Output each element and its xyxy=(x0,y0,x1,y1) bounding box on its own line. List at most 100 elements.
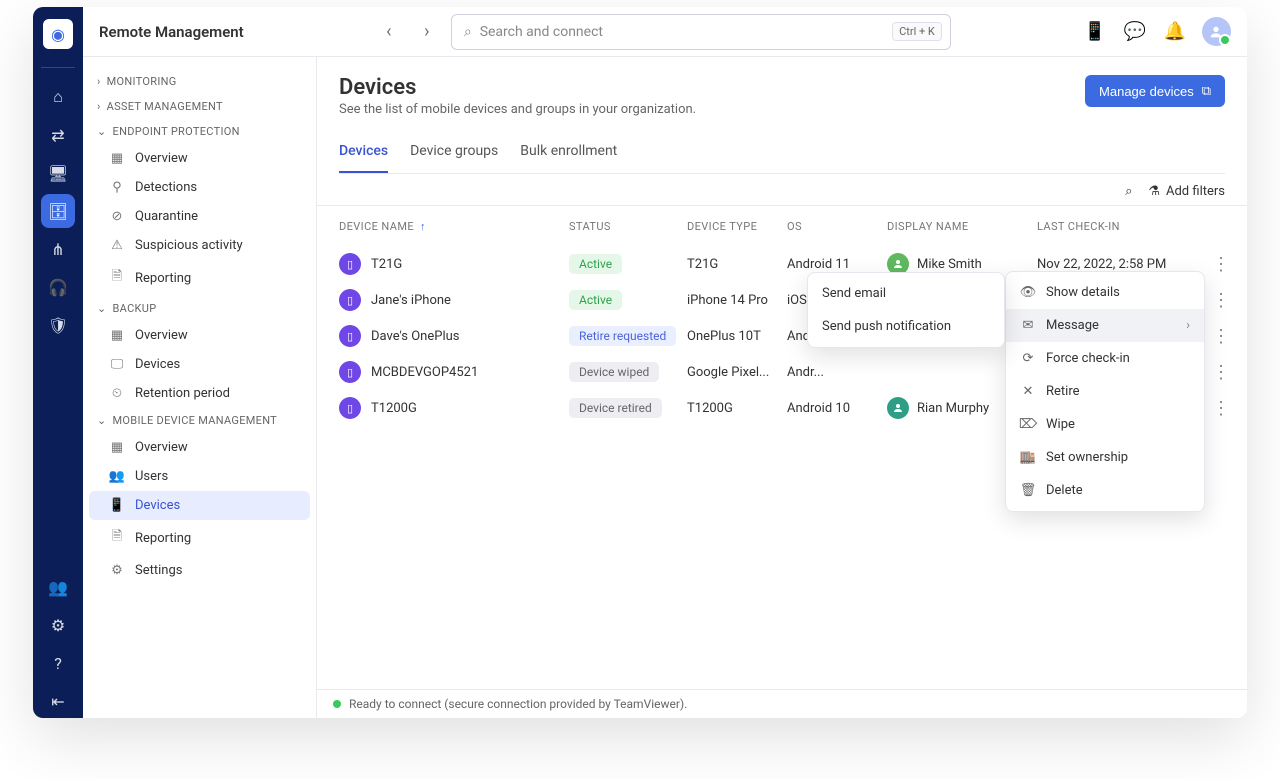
context-menu-item[interactable]: ✉Message› xyxy=(1006,309,1204,342)
tree-item[interactable]: ⚙Settings xyxy=(89,556,310,585)
tree-group[interactable]: ›ASSET MANAGEMENT xyxy=(89,94,310,119)
context-menu-item[interactable]: 🗑Delete xyxy=(1006,474,1204,507)
topbar: Remote Management ‹ › ⌕ Search and conne… xyxy=(83,7,1247,57)
tree-group-label: BACKUP xyxy=(113,302,157,315)
context-menu-item[interactable]: 👁Show details xyxy=(1006,276,1204,309)
tree-item[interactable]: ▦Overview xyxy=(89,321,310,350)
column-header[interactable]: LAST CHECK-IN xyxy=(1037,220,1207,233)
tree-item[interactable]: 🗎Reporting xyxy=(89,520,310,556)
column-header[interactable]: DEVICE NAME↑ xyxy=(339,220,569,233)
search-input[interactable]: ⌕ Search and connect Ctrl + K xyxy=(451,14,951,50)
column-header[interactable]: DEVICE TYPE xyxy=(687,220,787,233)
column-header[interactable]: OS xyxy=(787,220,887,233)
tab[interactable]: Device groups xyxy=(410,135,498,173)
external-link-icon: ⧉ xyxy=(1202,83,1211,99)
tree-item-icon: ⊘ xyxy=(109,209,125,224)
rail-users-icon[interactable]: 👥 xyxy=(41,570,75,604)
context-item-label: Show details xyxy=(1046,285,1120,300)
topbar-avatar[interactable] xyxy=(1202,17,1231,46)
rail-workstation-icon[interactable]: 🖥 xyxy=(41,156,75,190)
rail-workflow-icon[interactable]: ⋔ xyxy=(41,232,75,266)
tree-item[interactable]: ⚠Suspicious activity xyxy=(89,231,310,260)
tree-item[interactable]: ⊘ Quarantine xyxy=(89,202,310,231)
tree-item[interactable]: 📱 Devices xyxy=(89,491,310,520)
tree-item[interactable]: 👥Users xyxy=(89,462,310,491)
row-more-button[interactable]: ⋮ xyxy=(1207,398,1235,419)
app-logo[interactable]: ◉ xyxy=(43,19,73,49)
tree-item-label: Overview xyxy=(135,151,188,166)
left-rail: ◉ ⌂ ⇄ 🖥 🗄 ⋔ 🎧 🛡 👥 ⚙ ? ⇤ xyxy=(33,7,83,718)
tree-item-icon: 👥 xyxy=(109,469,125,484)
tree-item[interactable]: ▦Overview xyxy=(89,433,310,462)
column-header[interactable]: DISPLAY NAME xyxy=(887,220,1037,233)
footer-status-bar: Ready to connect (secure connection prov… xyxy=(317,689,1247,718)
rail-collapse-icon[interactable]: ⇤ xyxy=(41,684,75,718)
topbar-device-icon[interactable]: 📱 xyxy=(1082,19,1108,45)
status-badge: Device retired xyxy=(569,398,662,418)
context-menu-item[interactable]: 🏬Set ownership xyxy=(1006,441,1204,474)
nav-back-button[interactable]: ‹ xyxy=(375,18,403,46)
submenu-item[interactable]: Send push notification xyxy=(808,310,1004,343)
context-item-icon: ⟳ xyxy=(1020,351,1036,366)
submenu-item[interactable]: Send email xyxy=(808,277,1004,310)
rail-support-icon[interactable]: 🎧 xyxy=(41,270,75,304)
device-name: T1200G xyxy=(371,401,417,416)
chevron-right-icon: › xyxy=(97,75,101,88)
device-icon: ▯ xyxy=(339,289,361,311)
table-search-button[interactable]: ⌕ xyxy=(1125,184,1132,199)
tree-item-label: Retention period xyxy=(135,386,230,401)
tree-item-icon: 📱 xyxy=(109,498,125,513)
rail-mdm-icon[interactable]: 🗄 xyxy=(41,194,75,228)
tree-item[interactable]: 🗎Reporting xyxy=(89,260,310,296)
context-item-icon: 🏬 xyxy=(1020,450,1036,465)
row-more-button[interactable]: ⋮ xyxy=(1207,362,1235,383)
tab[interactable]: Bulk enrollment xyxy=(520,135,617,173)
context-menu-item[interactable]: ✕Retire xyxy=(1006,375,1204,408)
row-more-button[interactable]: ⋮ xyxy=(1207,254,1235,275)
tree-item[interactable]: ⏲ Retention period xyxy=(89,379,310,408)
device-icon: ▯ xyxy=(339,361,361,383)
tab[interactable]: Devices xyxy=(339,135,388,173)
page-tabs: Devices Device groups Bulk enrollment xyxy=(339,135,1225,174)
rail-shield-icon[interactable]: 🛡 xyxy=(41,308,75,342)
tree-group[interactable]: ›MONITORING xyxy=(89,69,310,94)
topbar-chat-icon[interactable]: 💬 xyxy=(1122,19,1148,45)
tree-item-label: Suspicious activity xyxy=(135,238,243,253)
tree-group[interactable]: ⌄MOBILE DEVICE MANAGEMENT xyxy=(89,408,310,433)
rail-settings-icon[interactable]: ⚙ xyxy=(41,608,75,642)
tree-item-label: Devices xyxy=(135,357,180,372)
context-menu-item[interactable]: ⟳Force check-in xyxy=(1006,342,1204,375)
topbar-bell-icon[interactable]: 🔔 xyxy=(1162,19,1188,45)
status-indicator-dot xyxy=(333,700,341,708)
tree-item-label: Devices xyxy=(135,498,180,513)
chevron-down-icon: ⌄ xyxy=(97,302,107,315)
tree-item[interactable]: ▦Overview xyxy=(89,144,310,173)
context-item-label: Wipe xyxy=(1046,417,1075,432)
device-name: MCBDEVGOP4521 xyxy=(371,365,478,380)
tree-item-icon: 🗎 xyxy=(109,267,125,289)
add-filters-button[interactable]: ⚗ Add filters xyxy=(1148,184,1225,199)
tree-group[interactable]: ⌄ENDPOINT PROTECTION xyxy=(89,119,310,144)
rail-home-icon[interactable]: ⌂ xyxy=(41,80,75,114)
rail-help-icon[interactable]: ? xyxy=(41,646,75,680)
context-menu-item[interactable]: ⌦Wipe xyxy=(1006,408,1204,441)
device-icon: ▯ xyxy=(339,397,361,419)
tree-item[interactable]: ⚲Detections xyxy=(89,173,310,202)
tree-item-icon: ⏲ xyxy=(109,386,125,401)
column-header[interactable]: STATUS xyxy=(569,220,687,233)
manage-devices-button[interactable]: Manage devices ⧉ xyxy=(1085,75,1225,107)
tree-item-icon: ⚲ xyxy=(109,180,125,195)
device-type: iPhone 14 Pro xyxy=(687,293,787,308)
row-more-button[interactable]: ⋮ xyxy=(1207,326,1235,347)
tree-item-label: Quarantine xyxy=(135,209,198,224)
nav-forward-button[interactable]: › xyxy=(413,18,441,46)
chevron-right-icon: › xyxy=(97,100,101,113)
rail-transfer-icon[interactable]: ⇄ xyxy=(41,118,75,152)
tree-group[interactable]: ⌄ BACKUP xyxy=(89,296,310,321)
row-more-button[interactable]: ⋮ xyxy=(1207,290,1235,311)
sidebar-tree: ›MONITORING›ASSET MANAGEMENT⌄ENDPOINT PR… xyxy=(83,57,317,718)
context-item-icon: 🗑 xyxy=(1020,483,1036,498)
tree-item[interactable]: 🖵Devices xyxy=(89,350,310,379)
chevron-right-icon: › xyxy=(1186,318,1190,333)
tree-item-icon: ▦ xyxy=(109,328,125,343)
